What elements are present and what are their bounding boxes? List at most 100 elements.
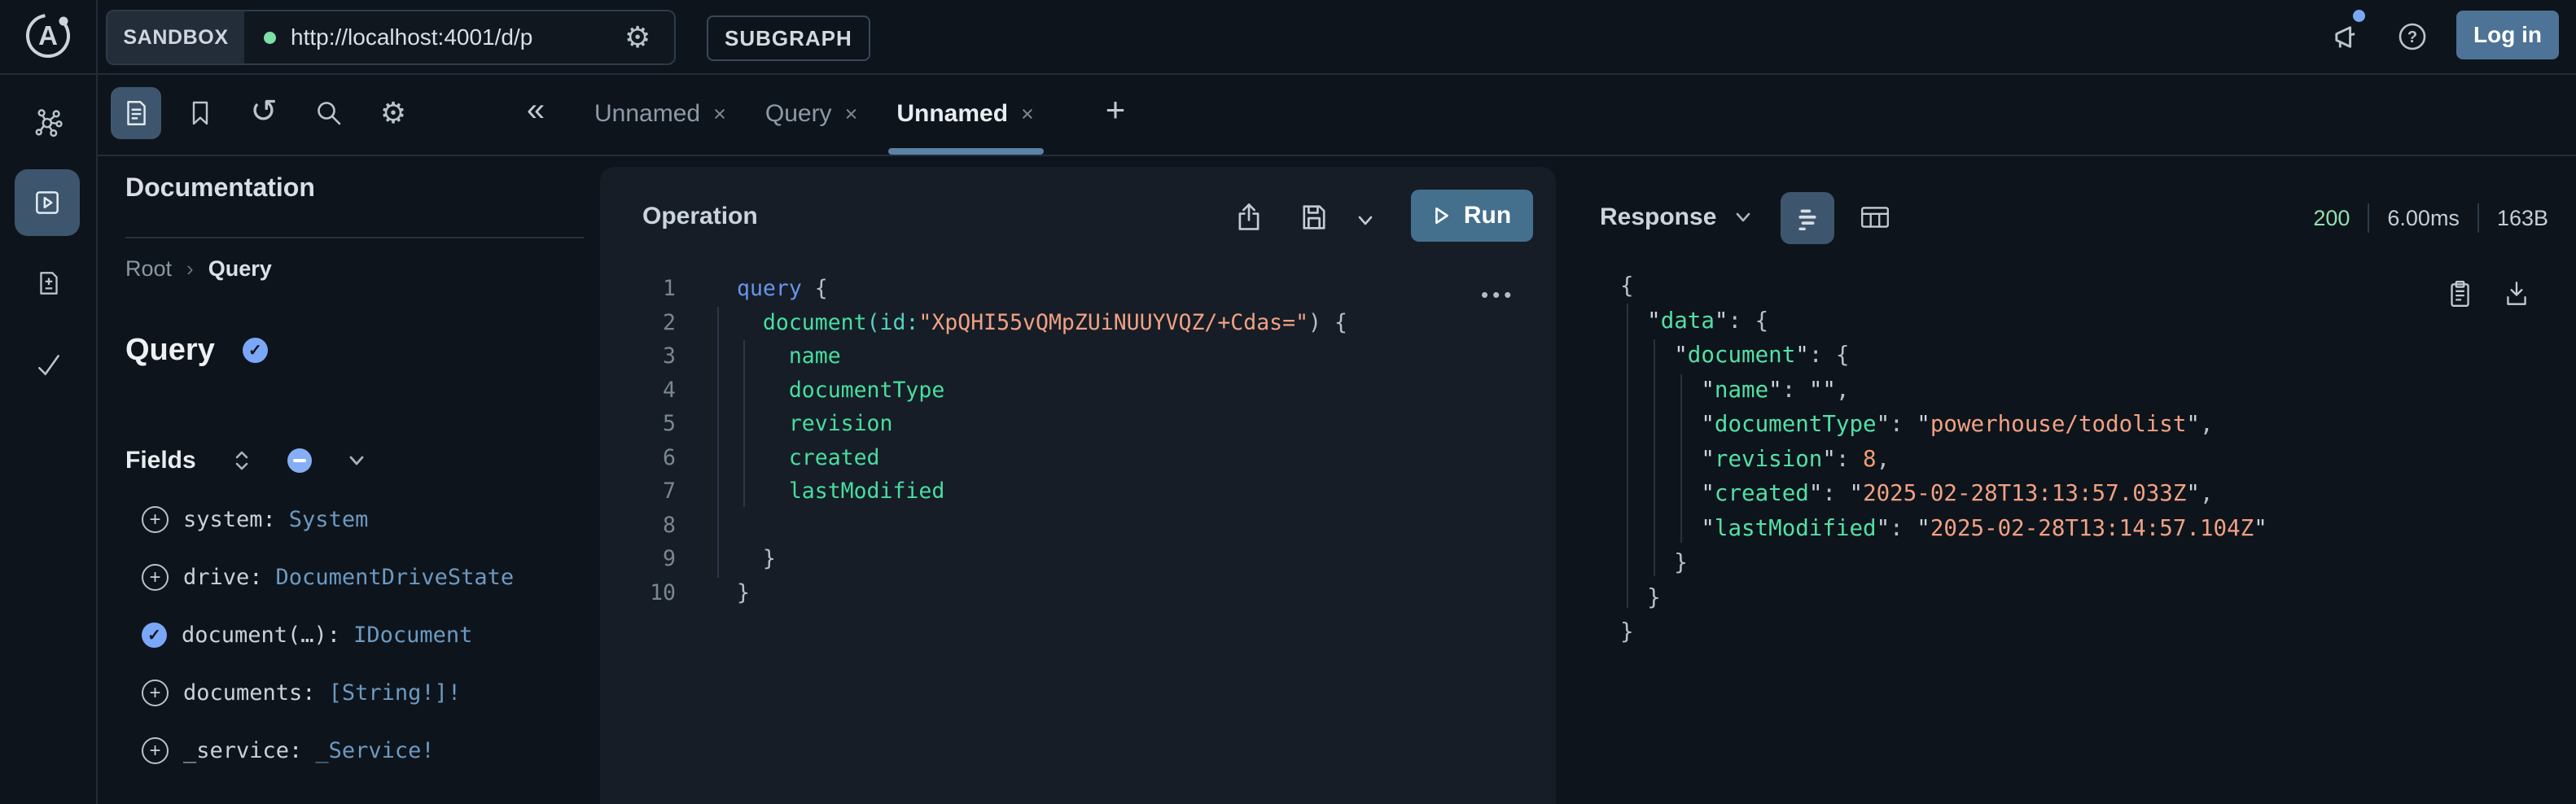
tab-unnamed[interactable]: Unnamed×	[575, 73, 746, 155]
run-button[interactable]: Run	[1411, 190, 1533, 242]
latency-value: 6.00ms	[2387, 206, 2460, 231]
line-number: 2	[600, 306, 676, 340]
tab-close-icon[interactable]: ×	[1021, 102, 1034, 127]
endpoint-url-text[interactable]: http://localhost:4001/d/p	[291, 24, 610, 50]
field-name: drive:	[183, 565, 263, 590]
breadcrumb-root-link[interactable]: Root	[125, 256, 172, 282]
response-title-row[interactable]: Response	[1600, 203, 1754, 231]
table-view-toggle[interactable]	[1859, 202, 1891, 233]
breadcrumb-current: Query	[208, 256, 272, 282]
collapse-panel-icon[interactable]: «	[518, 84, 554, 136]
fields-label: Fields	[125, 447, 196, 474]
sort-fields-icon[interactable]	[230, 448, 253, 474]
code-text: document(id:"XpQHI55vQMpZUiNUUYVQZ/+Cdas…	[737, 306, 1347, 340]
announcements-icon[interactable]	[2330, 21, 2361, 52]
search-icon[interactable]	[311, 95, 347, 131]
endpoint-url-bar[interactable]: SANDBOX http://localhost:4001/d/p ⚙	[106, 10, 676, 65]
add-field-icon[interactable]: +	[142, 564, 169, 591]
code-line[interactable]: 6 created	[600, 441, 1556, 475]
json-line[interactable]: }	[1620, 545, 2576, 580]
add-field-icon[interactable]: +	[142, 737, 169, 764]
tab-close-icon[interactable]: ×	[713, 102, 726, 127]
new-tab-button[interactable]: +	[1096, 84, 1135, 136]
json-line[interactable]: "data": {	[1620, 304, 2576, 339]
settings-gear-icon[interactable]: ⚙	[375, 95, 412, 131]
tab-close-icon[interactable]: ×	[845, 102, 858, 127]
history-icon[interactable]: ↺	[244, 92, 283, 131]
line-number: 8	[600, 509, 676, 543]
code-line[interactable]: 4 documentType	[600, 374, 1556, 408]
response-title: Response	[1600, 203, 1716, 231]
code-text: revision	[737, 407, 892, 441]
code-line[interactable]: 7 lastModified	[600, 474, 1556, 509]
json-line[interactable]: "revision": 8,	[1620, 442, 2576, 477]
line-number: 6	[600, 441, 676, 475]
code-line[interactable]: 2 document(id:"XpQHI55vQMpZUiNUUYVQZ/+Cd…	[600, 306, 1556, 340]
sandbox-diff-icon[interactable]	[34, 269, 64, 298]
tab-unnamed[interactable]: Unnamed×	[877, 73, 1053, 155]
connection-settings-icon[interactable]: ⚙	[624, 23, 651, 52]
schema-graph-icon[interactable]	[33, 107, 63, 137]
code-line[interactable]: 9 }	[600, 542, 1556, 576]
field-type-link[interactable]: DocumentDriveState	[276, 565, 515, 590]
code-text: }	[737, 542, 776, 576]
field-row-drive[interactable]: + drive: DocumentDriveState	[142, 548, 598, 606]
fields-collapse-chevron-icon[interactable]	[344, 448, 369, 473]
json-line[interactable]: {	[1620, 269, 2576, 304]
field-type-link[interactable]: _Service!	[315, 738, 434, 763]
tab-query[interactable]: Query×	[746, 73, 877, 155]
code-line[interactable]: 10}	[600, 576, 1556, 610]
json-line[interactable]: "lastModified": "2025-02-28T13:14:57.104…	[1620, 511, 2576, 546]
checks-icon[interactable]	[34, 350, 64, 379]
explorer-nav-button[interactable]	[15, 169, 80, 236]
json-line[interactable]: "document": {	[1620, 338, 2576, 373]
add-field-icon[interactable]: +	[142, 506, 169, 533]
save-menu-chevron-icon[interactable]	[1354, 209, 1377, 232]
line-number: 5	[600, 407, 676, 441]
field-selected-icon[interactable]: ✓	[142, 623, 167, 648]
deselect-all-fields-button[interactable]	[287, 448, 312, 473]
apollo-sandbox-app: A SANDBOX http://localhost:4001/d/p ⚙ SU…	[0, 0, 2576, 804]
json-view-toggle[interactable]	[1781, 192, 1834, 244]
line-number: 1	[600, 272, 676, 306]
operation-code[interactable]: 1query {2 document(id:"XpQHI55vQMpZUiNUU…	[600, 272, 1556, 610]
field-row-documents[interactable]: +documents:[String!]!	[142, 664, 598, 722]
topbar-divider	[0, 73, 2576, 75]
line-number: 3	[600, 339, 676, 374]
documentation-panel: Documentation Root › Query Query ✓ Field…	[98, 155, 598, 804]
field-type-link[interactable]: [String!]!	[329, 680, 462, 706]
share-operation-icon[interactable]	[1233, 201, 1264, 234]
field-type-link[interactable]: System	[289, 507, 369, 532]
response-panel: Response 200 6.00ms 163B	[1556, 155, 2576, 804]
sandbox-mode-badge[interactable]: SANDBOX	[107, 11, 244, 63]
endpoint-url-body[interactable]: http://localhost:4001/d/p ⚙	[244, 11, 674, 63]
tab-strip: Unnamed×Query×Unnamed×	[575, 73, 1054, 155]
login-button[interactable]: Log in	[2456, 11, 2559, 59]
help-icon[interactable]: ?	[2397, 21, 2428, 52]
json-line[interactable]: "documentType": "powerhouse/todolist",	[1620, 407, 2576, 442]
field-row-system[interactable]: +system:System	[142, 491, 598, 548]
field-row-document[interactable]: ✓ document(…): IDocument	[142, 606, 598, 664]
json-line[interactable]: }	[1620, 614, 2576, 649]
active-tab-underline	[888, 148, 1043, 155]
code-line[interactable]: 3 name	[600, 339, 1556, 374]
notification-dot	[2353, 10, 2365, 22]
json-lines-icon	[1792, 203, 1823, 234]
apollo-logo-icon[interactable]: A	[23, 11, 73, 61]
add-field-icon[interactable]: +	[142, 679, 169, 706]
code-line[interactable]: 5 revision	[600, 407, 1556, 441]
json-line[interactable]: "created": "2025-02-28T13:13:57.033Z",	[1620, 476, 2576, 511]
json-line[interactable]: }	[1620, 580, 2576, 615]
save-operation-icon[interactable]	[1299, 201, 1330, 234]
json-line[interactable]: "name": "",	[1620, 373, 2576, 408]
field-name: document(…):	[182, 623, 340, 648]
field-row-_service[interactable]: +_service:_Service!	[142, 722, 598, 780]
code-line[interactable]: 8	[600, 509, 1556, 543]
bookmark-icon[interactable]	[182, 95, 218, 131]
svg-text:A: A	[38, 20, 58, 50]
documentation-panel-button[interactable]	[111, 87, 161, 139]
type-selected-badge-icon: ✓	[243, 338, 268, 363]
breadcrumb-chevron-icon: ›	[186, 256, 194, 282]
field-type-link[interactable]: IDocument	[353, 623, 472, 648]
code-line[interactable]: 1query {	[600, 272, 1556, 306]
